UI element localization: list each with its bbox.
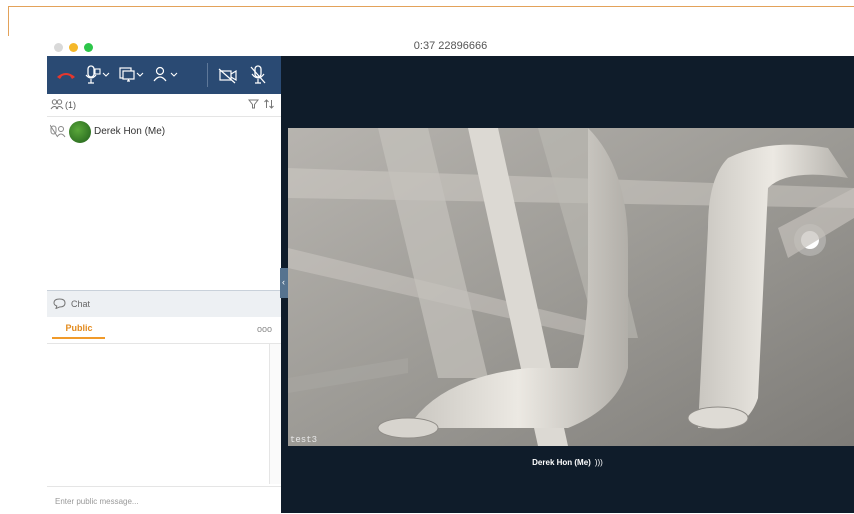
participants-icon <box>153 66 178 82</box>
mute-button[interactable] <box>247 64 269 86</box>
participant-count: (1) <box>65 100 76 110</box>
screen-share-button[interactable] <box>117 64 145 86</box>
camera-off-icon <box>218 68 237 84</box>
chevron-left-icon: ‹ <box>282 277 285 287</box>
screen-share-icon <box>119 67 144 82</box>
tab-public[interactable]: Public <box>54 323 104 333</box>
chat-scrollbar[interactable] <box>270 344 281 484</box>
chat-message-input[interactable] <box>55 494 270 508</box>
audio-indicator-icon: ))) <box>594 458 603 467</box>
participant-name: Derek Hon (Me) <box>94 126 166 137</box>
chat-tabs: Public ooo <box>47 317 281 344</box>
participants-header: (1) <box>47 94 281 117</box>
filter-icon[interactable] <box>248 98 259 110</box>
video-feed[interactable]: test3 <box>288 128 854 446</box>
more-options-button[interactable]: ooo <box>257 324 272 334</box>
hangup-icon <box>57 73 75 79</box>
microphone-button[interactable] <box>85 64 111 86</box>
video-label: test3 <box>290 435 318 445</box>
chat-input-bar <box>47 486 281 514</box>
microphone-icon <box>85 65 110 84</box>
video-frame <box>288 128 854 446</box>
video-toggle-button[interactable] <box>217 64 239 86</box>
accent-line <box>8 6 854 7</box>
chat-messages <box>47 344 270 484</box>
avatar <box>69 121 91 143</box>
participant-row[interactable]: Derek Hon (Me) <box>47 120 281 144</box>
window-title: 0:37 22896666 <box>413 40 488 52</box>
toolbar-divider <box>207 63 208 87</box>
camera-mic-status-icon <box>50 124 66 138</box>
video-stage: ‹ test3 Derek Hon (Me)))) <box>280 56 854 513</box>
left-panel: (1) Derek Hon (Me) Chat Public ooo <box>47 56 281 514</box>
chat-title: Chat <box>71 299 91 309</box>
meeting-toolbar <box>47 56 281 94</box>
chat-bubble-icon <box>53 298 66 309</box>
speaker-name: Derek Hon (Me) <box>532 458 591 467</box>
hangup-button[interactable] <box>55 64 77 86</box>
active-tab-indicator <box>52 337 105 339</box>
participants-icon <box>50 99 64 110</box>
active-speaker-caption: Derek Hon (Me)))) <box>281 458 854 467</box>
sort-icon[interactable] <box>263 98 275 110</box>
chat-header: Chat <box>47 290 281 317</box>
participants-button[interactable] <box>151 64 179 86</box>
mic-off-icon <box>250 65 266 84</box>
accent-line-vertical <box>8 6 9 36</box>
title-bar: 0:37 22896666 <box>47 38 854 56</box>
